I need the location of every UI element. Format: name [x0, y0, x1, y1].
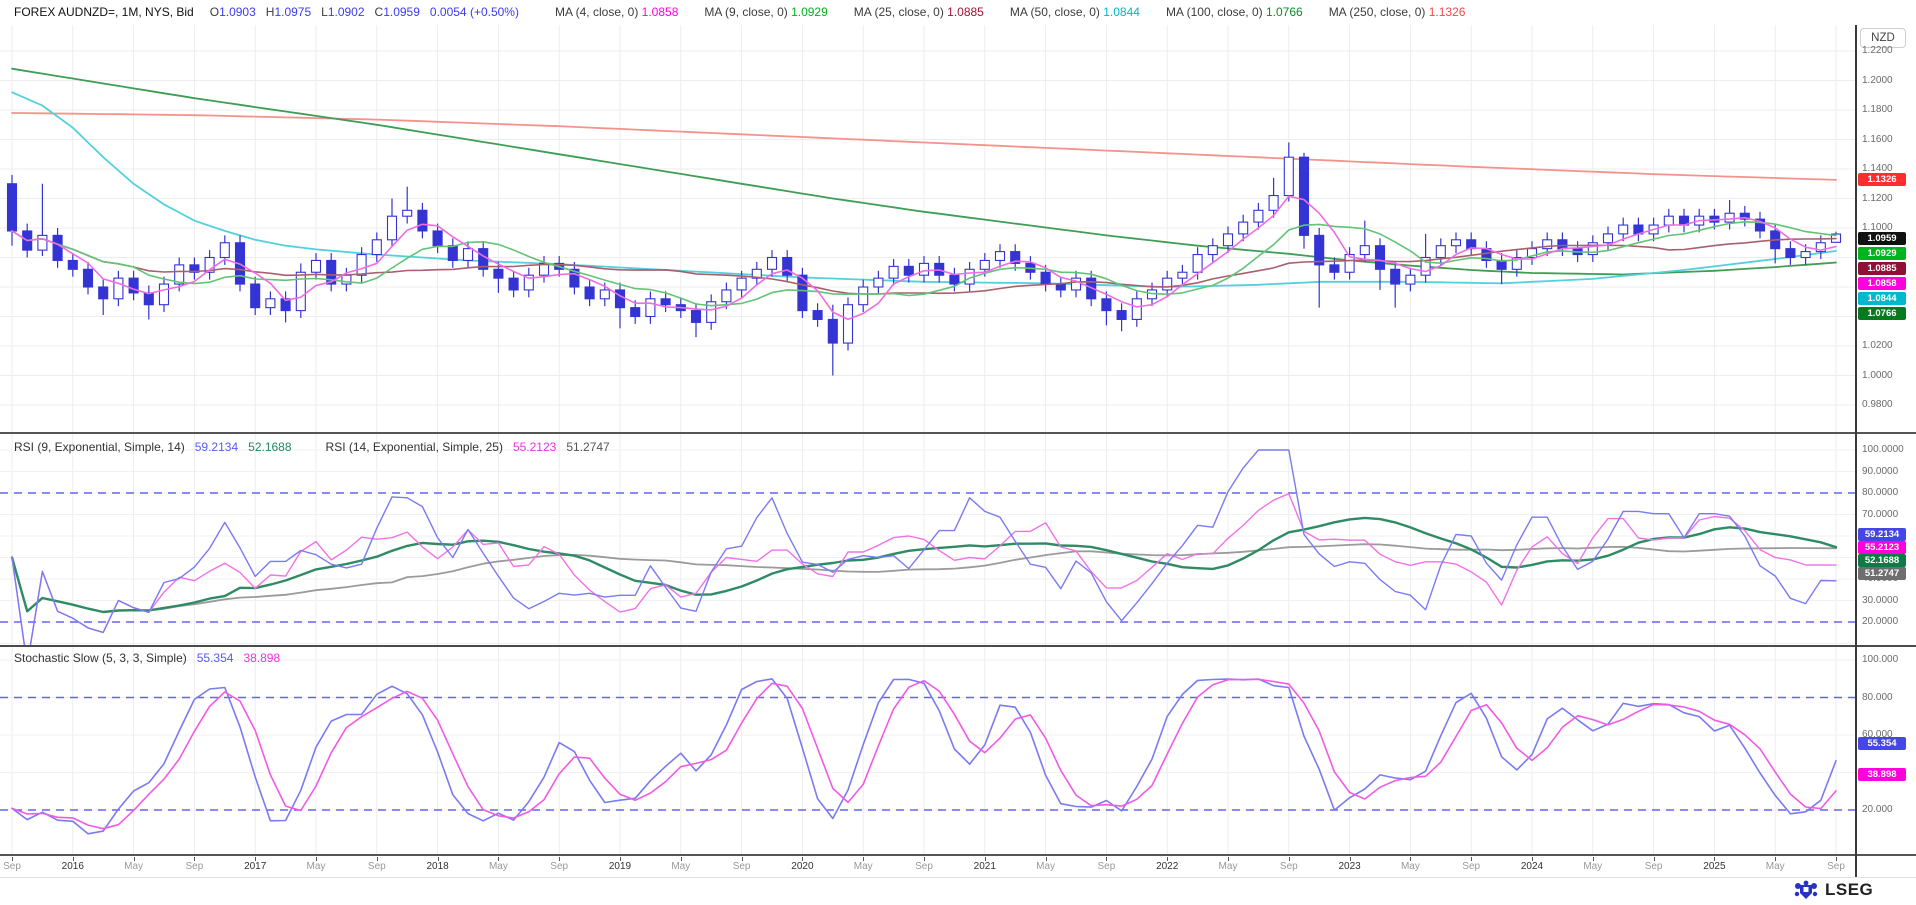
x-axis-tick-label: May [124, 861, 143, 872]
x-axis-tick-label: Sep [1645, 861, 1663, 872]
stochastic-legend[interactable]: Stochastic Slow (5, 3, 3, Simple) 55.354 3… [14, 651, 290, 665]
ma-legend-item[interactable]: MA (25, close, 0) 1.0885 [854, 5, 984, 19]
x-axis-tick-label: 2016 [62, 861, 84, 872]
x-axis-tick-label: 2024 [1521, 861, 1543, 872]
x-axis-tick-label: 2020 [791, 861, 813, 872]
y-axis-tick-label: 80.0000 [1862, 487, 1898, 498]
axis-value-badge: 1.0929 [1858, 247, 1906, 260]
y-axis-tick-label: 1.0000 [1862, 370, 1893, 381]
rsi-legend-text: 52.1688 [248, 440, 291, 454]
lseg-crest-icon [1793, 879, 1819, 901]
ma-legend-item[interactable]: MA (9, close, 0) 1.0929 [704, 5, 827, 19]
x-axis-tick-label: 2019 [609, 861, 631, 872]
x-axis-tick-label: 2017 [244, 861, 266, 872]
x-axis-tick-label: May [1766, 861, 1785, 872]
y-axis-tick-label: 0.9800 [1862, 399, 1893, 410]
time-axis[interactable]: Sep 2016 May Sep 2017 May Sep 2018 May Sep 2019 May… [0, 855, 1855, 877]
stoch-legend-text: 38.898 [243, 651, 280, 665]
axis-value-badge: 38.898 [1858, 768, 1906, 781]
lseg-logo: LSEG [1793, 879, 1873, 901]
x-axis-tick-label: 2022 [1156, 861, 1178, 872]
x-axis-tick-label: May [854, 861, 873, 872]
axis-value-badge: 1.0885 [1858, 262, 1906, 275]
y-axis-tick-label: 1.2000 [1862, 75, 1893, 86]
x-axis-tick-label: 2023 [1338, 861, 1360, 872]
y-axis-tick-label: 100.0000 [1862, 444, 1904, 455]
x-axis-tick-label: May [1401, 861, 1420, 872]
y-axis-tick-label: 20.0000 [1862, 616, 1898, 627]
quote-field: H1.0975 [266, 5, 311, 19]
x-axis-tick-label: 2018 [426, 861, 448, 872]
y-axis-tick-label: 70.0000 [1862, 509, 1898, 520]
y-axis-tick-label: 30.0000 [1862, 595, 1898, 606]
quote-field: 0.0054 (+0.50%) [430, 5, 519, 19]
x-axis-tick-label: Sep [1827, 861, 1845, 872]
rsi-panel[interactable] [0, 434, 1855, 645]
x-axis-tick-label: May [1219, 861, 1238, 872]
y-axis-tick-label: 1.2200 [1862, 45, 1893, 56]
x-axis-tick-label: May [489, 861, 508, 872]
axis-value-badge: 1.1326 [1858, 173, 1906, 186]
x-axis-tick-label: May [1036, 861, 1055, 872]
axis-value-badge: 51.2747 [1858, 567, 1906, 580]
y-axis-tick-label: 80.000 [1862, 692, 1893, 703]
x-axis-tick-label: Sep [368, 861, 386, 872]
x-axis-tick-label: Sep [1280, 861, 1298, 872]
bottom-border [0, 877, 1916, 878]
stochastic-panel[interactable] [0, 647, 1855, 855]
rsi-legend-text: RSI (9, Exponential, Simple, 14) [14, 440, 185, 454]
panel-divider[interactable] [0, 645, 1916, 647]
lseg-logo-text: LSEG [1825, 880, 1873, 900]
stoch-legend-text: 55.354 [197, 651, 234, 665]
x-axis-tick-label: Sep [1462, 861, 1480, 872]
rsi-legend-text: 51.2747 [566, 440, 609, 454]
y-axis-tick-label: 1.0200 [1862, 340, 1893, 351]
axis-value-badge: 1.0959 [1858, 232, 1906, 245]
x-axis-tick-label: May [671, 861, 690, 872]
x-axis-tick-label: Sep [1097, 861, 1115, 872]
axis-value-badge: 55.2123 [1858, 541, 1906, 554]
charting-app: FOREX AUDNZD=, 1M, NYS, Bid O1.0903 H1.097… [0, 0, 1916, 905]
y-axis-tick-label: 90.0000 [1862, 466, 1898, 477]
x-axis-tick-label: May [307, 861, 326, 872]
axis-value-badge: 1.0844 [1858, 292, 1906, 305]
x-axis-tick-label: 2021 [974, 861, 996, 872]
panel-divider[interactable] [0, 432, 1916, 434]
ma-legend-item[interactable]: MA (250, close, 0) 1.1326 [1329, 5, 1466, 19]
quote-field: O1.0903 [210, 5, 256, 19]
axis-value-badge: 55.354 [1858, 737, 1906, 750]
x-axis-tick-label: Sep [550, 861, 568, 872]
rsi-legend[interactable]: RSI (9, Exponential, Simple, 14) 59.2134 5… [14, 440, 620, 454]
stoch-legend-text: Stochastic Slow (5, 3, 3, Simple) [14, 651, 187, 665]
rsi-legend-text: RSI (14, Exponential, Simple, 25) [326, 440, 503, 454]
x-axis-tick-label: Sep [915, 861, 933, 872]
price-panel[interactable] [0, 25, 1855, 433]
axis-value-badge: 1.0858 [1858, 277, 1906, 290]
y-axis-tick-label: 1.1200 [1862, 193, 1893, 204]
ma-legend-item[interactable]: MA (4, close, 0) 1.0858 [555, 5, 678, 19]
y-axis-tick-label: 1.1800 [1862, 104, 1893, 115]
y-axis-tick-label: 100.000 [1862, 654, 1898, 665]
price-axis[interactable]: NZD 1.22001.20001.18001.16001.14001.1200… [1857, 0, 1916, 905]
quote-field: L1.0902 [321, 5, 364, 19]
axis-value-badge: 59.2134 [1858, 528, 1906, 541]
ma-legend-item[interactable]: MA (100, close, 0) 1.0766 [1166, 5, 1303, 19]
y-axis-tick-label: 1.1600 [1862, 134, 1893, 145]
axis-value-badge: 52.1688 [1858, 554, 1906, 567]
x-axis-tick-label: 2025 [1703, 861, 1725, 872]
chart-header[interactable]: FOREX AUDNZD=, 1M, NYS, Bid O1.0903 H1.097… [0, 0, 1864, 25]
axis-value-badge: 1.0766 [1858, 307, 1906, 320]
rsi-legend-text: 55.2123 [513, 440, 556, 454]
quote-field: C1.0959 [375, 5, 420, 19]
ma-legend-item[interactable]: MA (50, close, 0) 1.0844 [1010, 5, 1140, 19]
rsi-legend-text: 59.2134 [195, 440, 238, 454]
x-axis-tick-label: Sep [185, 861, 203, 872]
x-axis-tick-label: May [1583, 861, 1602, 872]
x-axis-tick-label: Sep [733, 861, 751, 872]
y-axis-tick-label: 20.000 [1862, 804, 1893, 815]
instrument-title: FOREX AUDNZD=, 1M, NYS, Bid [14, 5, 194, 19]
x-axis-tick-label: Sep [3, 861, 21, 872]
